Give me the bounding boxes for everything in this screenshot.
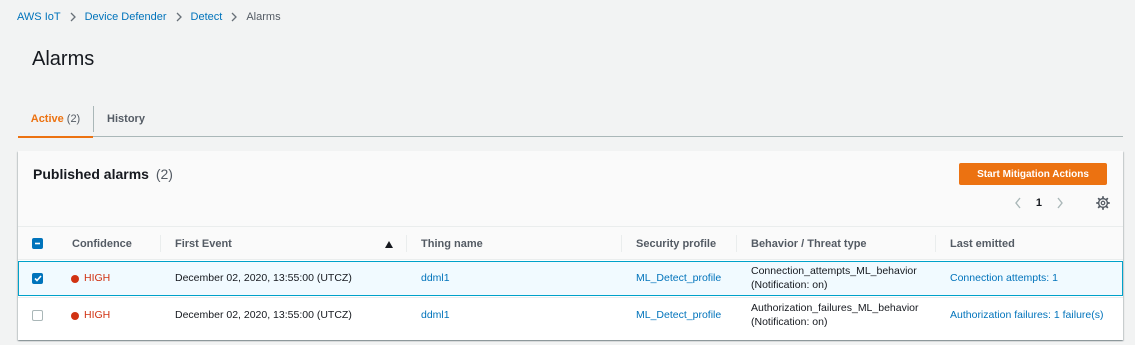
row-select-cell [32, 298, 43, 333]
chevron-right-icon [167, 12, 191, 22]
chevron-left-icon[interactable] [1012, 195, 1024, 211]
tab-history-label: History [107, 113, 145, 125]
behavior-cell: Authorization_failures_ML_behavior (Noti… [751, 298, 919, 333]
security-profile-link[interactable]: ML_Detect_profile [636, 309, 721, 322]
table-header: Confidence First Event Thing name Securi… [18, 227, 1123, 260]
chevron-right-icon [222, 12, 246, 22]
breadcrumb-alarms: Alarms [246, 11, 281, 23]
last-emitted-link[interactable]: Authorization failures: 1 failure(s) [950, 309, 1104, 322]
security-profile-link[interactable]: ML_Detect_profile [636, 272, 721, 285]
container-header: Published alarms (2) Start Mitigation Ac… [18, 151, 1123, 227]
alarms-table-container: Published alarms (2) Start Mitigation Ac… [18, 151, 1123, 340]
behavior-text: Connection_attempts_ML_behavior (Notific… [751, 265, 917, 291]
row-checkbox[interactable] [32, 273, 43, 284]
confidence-cell: HIGH [71, 298, 110, 333]
column-header-confidence[interactable]: Confidence [58, 227, 161, 260]
tab-active-label: Active [30, 113, 64, 125]
column-header-label: Thing name [421, 237, 483, 250]
chevron-right-icon[interactable] [1054, 195, 1066, 211]
behavior-text: Authorization_failures_ML_behavior (Noti… [751, 302, 919, 328]
page-title: Alarms [32, 48, 95, 70]
confidence-cell: HIGH [71, 261, 110, 296]
status-badge: HIGH [71, 309, 110, 322]
status-dot-icon [71, 274, 79, 283]
confidence-value: HIGH [84, 271, 111, 284]
breadcrumb-device-defender[interactable]: Device Defender [85, 11, 167, 23]
column-header-label: Last emitted [950, 237, 1015, 250]
column-header-first-event[interactable]: First Event [161, 227, 407, 260]
page-number[interactable]: 1 [1036, 197, 1042, 209]
status-badge: HIGH [71, 272, 110, 285]
behavior-name: Authorization_failures_ML_behavior [751, 302, 919, 315]
tab-history[interactable]: History [94, 101, 158, 137]
column-header-last-emitted[interactable]: Last emitted [936, 227, 1123, 260]
gear-icon[interactable] [1095, 195, 1111, 211]
tab-active[interactable]: Active (2) [18, 101, 93, 138]
breadcrumb-aws-iot[interactable]: AWS IoT [17, 11, 61, 23]
column-header-label: Confidence [72, 237, 132, 250]
breadcrumb-detect[interactable]: Detect [191, 11, 223, 23]
thing-name-link[interactable]: ddml1 [421, 309, 450, 322]
security-profile-cell: ML_Detect_profile [636, 261, 721, 296]
column-header-label: First Event [175, 237, 232, 250]
notification-status: (Notification: on) [751, 315, 828, 328]
table-row[interactable]: HIGH December 02, 2020, 13:55:00 (UTCZ) … [18, 261, 1123, 296]
column-header-thing-name[interactable]: Thing name [407, 227, 622, 260]
container-title-label: Published alarms [33, 166, 149, 182]
confidence-value: HIGH [84, 308, 111, 321]
row-checkbox[interactable] [32, 310, 43, 321]
chevron-right-icon [61, 12, 85, 22]
first-event-cell: December 02, 2020, 13:55:00 (UTCZ) [175, 271, 352, 284]
security-profile-cell: ML_Detect_profile [636, 298, 721, 333]
pagination: 1 [1012, 195, 1066, 211]
first-event-cell: December 02, 2020, 13:55:00 (UTCZ) [175, 308, 352, 321]
select-all-checkbox[interactable] [32, 238, 43, 249]
tab-active-count: (2) [66, 113, 81, 125]
container-title: Published alarms (2) [33, 166, 173, 182]
last-emitted-cell: Authorization failures: 1 failure(s) [950, 298, 1104, 333]
container-title-count: (2) [155, 166, 173, 182]
last-emitted-cell: Connection attempts: 1 [950, 261, 1058, 296]
breadcrumb: AWS IoT Device Defender Detect Alarms [17, 11, 281, 23]
status-dot-icon [71, 311, 79, 320]
column-header-label: Behavior / Threat type [751, 237, 867, 250]
tab-bar: Active (2) History [18, 101, 1123, 138]
column-header-security-profile[interactable]: Security profile [622, 227, 737, 260]
table-row[interactable]: HIGH December 02, 2020, 13:55:00 (UTCZ) … [18, 297, 1123, 332]
last-emitted-link[interactable]: Connection attempts: 1 [950, 272, 1058, 285]
row-select-cell [32, 261, 43, 296]
start-mitigation-actions-button[interactable]: Start Mitigation Actions [959, 163, 1107, 185]
behavior-name: Connection_attempts_ML_behavior [751, 265, 917, 278]
sort-ascending-icon[interactable] [385, 239, 393, 251]
column-header-behavior[interactable]: Behavior / Threat type [737, 227, 936, 260]
thing-name-link[interactable]: ddml1 [421, 272, 450, 285]
thing-name-cell: ddml1 [421, 261, 450, 296]
column-header-label: Security profile [636, 237, 717, 250]
thing-name-cell: ddml1 [421, 298, 450, 333]
behavior-cell: Connection_attempts_ML_behavior (Notific… [751, 261, 917, 296]
notification-status: (Notification: on) [751, 278, 828, 291]
